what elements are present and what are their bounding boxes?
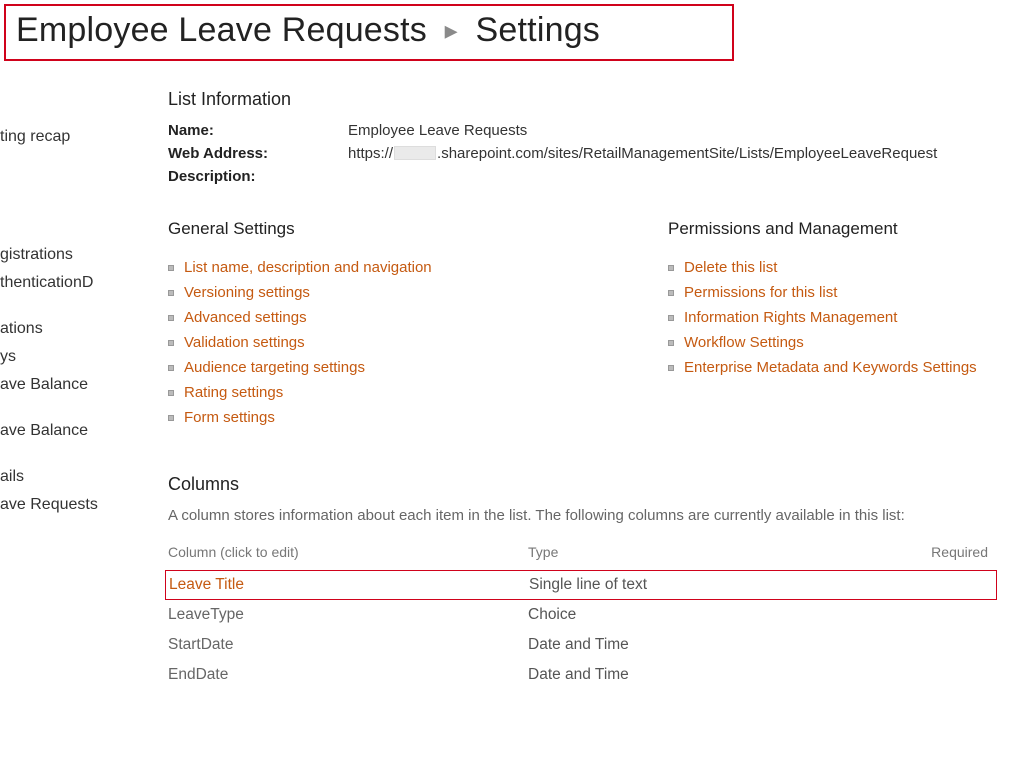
permissions-link[interactable]: Enterprise Metadata and Keywords Setting… [684, 359, 977, 376]
column-name-link[interactable]: LeaveType [168, 606, 244, 623]
sidebar-item[interactable]: thenticationD [0, 269, 160, 297]
name-value: Employee Leave Requests [348, 122, 527, 139]
sidebar-item[interactable]: ave Balance [0, 371, 160, 399]
column-name-link[interactable]: EndDate [168, 666, 228, 683]
table-row: StartDate Date and Time [168, 630, 994, 660]
sidebar-item[interactable]: ations [0, 315, 160, 343]
general-settings-link[interactable]: Audience targeting settings [184, 359, 365, 376]
permissions-heading: Permissions and Management [668, 219, 1024, 239]
columns-description: A column stores information about each i… [168, 507, 1024, 524]
bullet-icon [168, 315, 174, 321]
bullet-icon [668, 365, 674, 371]
column-type: Single line of text [529, 576, 889, 594]
general-settings-link[interactable]: Form settings [184, 409, 275, 426]
permissions-link[interactable]: Workflow Settings [684, 334, 804, 351]
permissions-link[interactable]: Information Rights Management [684, 309, 897, 326]
sidebar-item[interactable]: ails [0, 463, 160, 491]
general-settings-link[interactable]: Advanced settings [184, 309, 307, 326]
bullet-icon [668, 340, 674, 346]
column-header-name: Column (click to edit) [168, 544, 528, 560]
bullet-icon [168, 265, 174, 271]
sidebar-item[interactable]: ys [0, 343, 160, 371]
sidebar-item[interactable]: ave Requests [0, 491, 160, 519]
sidebar-item[interactable]: ave Balance [0, 417, 160, 445]
column-name-link[interactable]: StartDate [168, 636, 233, 653]
bullet-icon [668, 315, 674, 321]
table-row: EndDate Date and Time [168, 660, 994, 690]
table-row: Leave Title Single line of text [165, 570, 997, 600]
permissions-link[interactable]: Permissions for this list [684, 284, 837, 301]
bullet-icon [168, 415, 174, 421]
sidebar-item[interactable]: gistrations [0, 241, 160, 269]
breadcrumb-page: Settings [476, 11, 600, 49]
left-nav: ting recap gistrationsthenticationD ations… [0, 89, 160, 690]
breadcrumb: Employee Leave Requests ▸ Settings [4, 4, 734, 61]
bullet-icon [168, 340, 174, 346]
bullet-icon [668, 290, 674, 296]
general-settings-link[interactable]: Validation settings [184, 334, 305, 351]
table-row: LeaveType Choice [168, 600, 994, 630]
bullet-icon [168, 290, 174, 296]
column-type: Date and Time [528, 636, 888, 654]
column-name-link[interactable]: Leave Title [169, 576, 244, 593]
web-address-label: Web Address: [168, 145, 348, 162]
permissions-link[interactable]: Delete this list [684, 259, 777, 276]
web-address-value[interactable]: https://.sharepoint.com/sites/RetailMana… [348, 145, 937, 162]
bullet-icon [168, 390, 174, 396]
column-header-type: Type [528, 544, 888, 560]
description-label: Description: [168, 168, 348, 185]
general-settings-link[interactable]: Versioning settings [184, 284, 310, 301]
breadcrumb-list[interactable]: Employee Leave Requests [16, 11, 427, 49]
column-required [889, 576, 989, 594]
chevron-right-icon: ▸ [445, 15, 458, 45]
general-settings-heading: General Settings [168, 219, 638, 239]
column-header-required: Required [888, 544, 988, 560]
general-settings-link[interactable]: List name, description and navigation [184, 259, 432, 276]
column-type: Date and Time [528, 666, 888, 684]
columns-heading: Columns [168, 474, 1024, 495]
list-information-heading: List Information [168, 89, 1024, 110]
bullet-icon [168, 365, 174, 371]
sidebar-item[interactable]: ting recap [0, 123, 160, 151]
general-settings-link[interactable]: Rating settings [184, 384, 283, 401]
column-required [888, 606, 988, 624]
column-required [888, 636, 988, 654]
column-required [888, 666, 988, 684]
column-type: Choice [528, 606, 888, 624]
redacted-host [394, 146, 436, 160]
bullet-icon [668, 265, 674, 271]
name-label: Name: [168, 122, 348, 139]
